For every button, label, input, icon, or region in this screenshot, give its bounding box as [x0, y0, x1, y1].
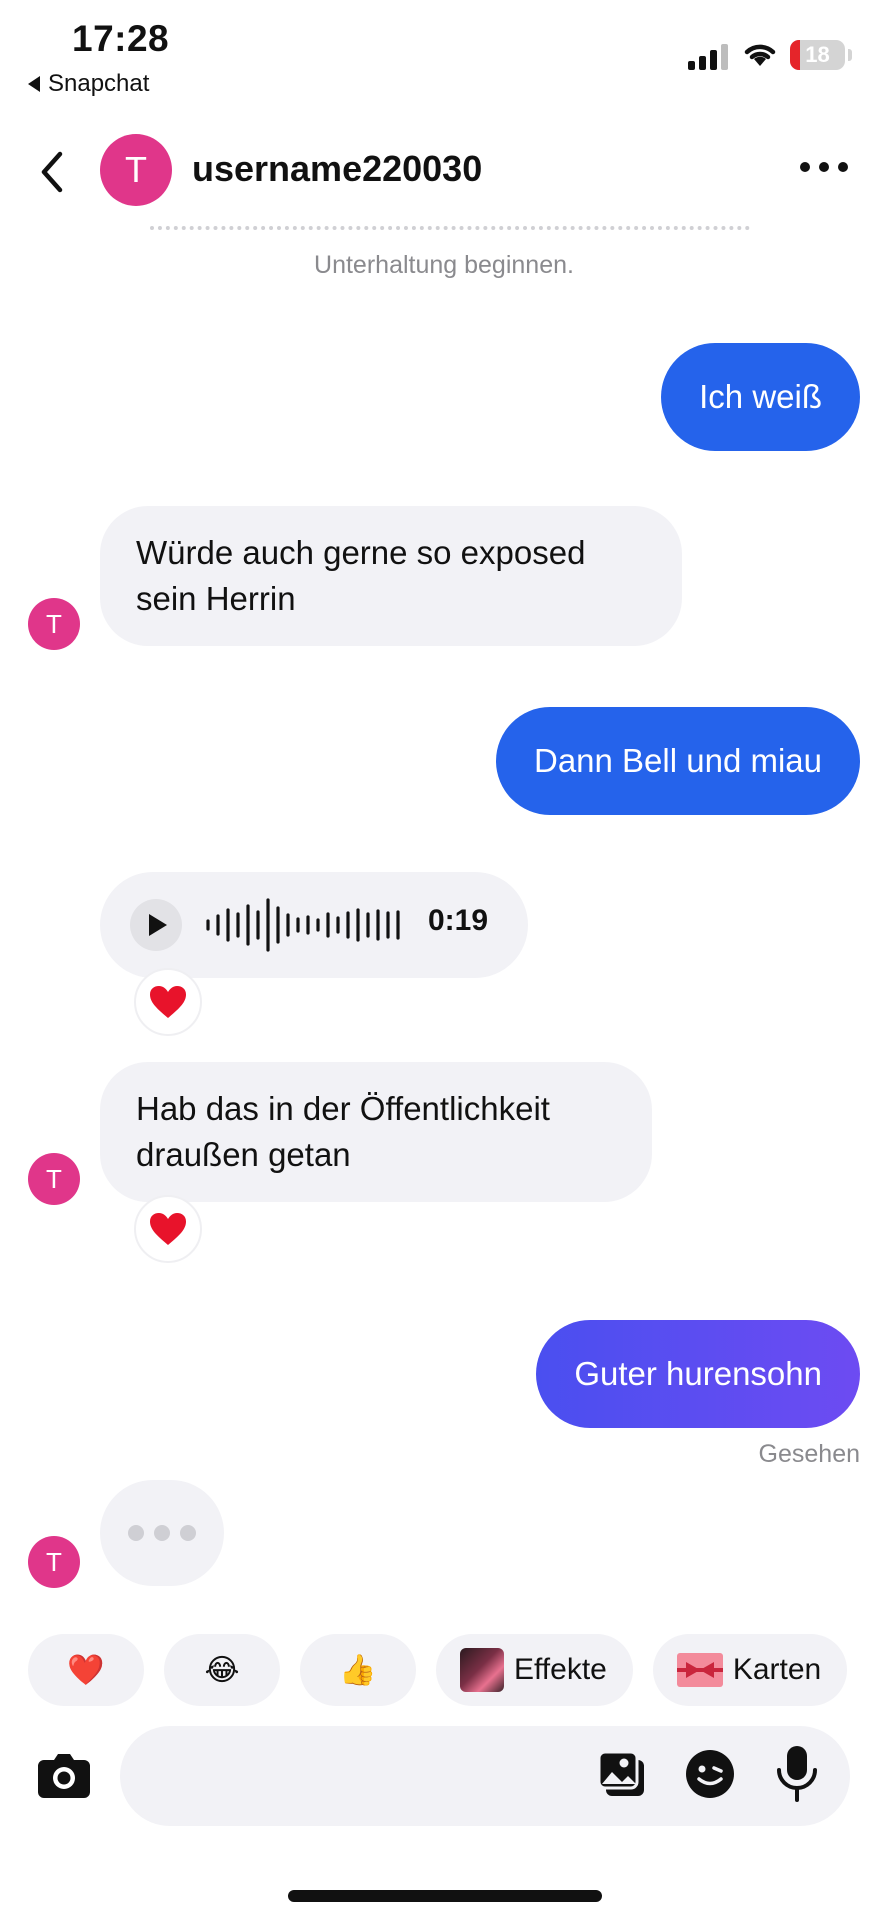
outgoing-message[interactable]: Guter hurensohn: [536, 1320, 860, 1428]
heart-icon: [150, 1213, 186, 1245]
dot-icon: [819, 162, 829, 172]
cards-label: Karten: [732, 1653, 822, 1686]
play-icon: [149, 914, 167, 936]
voice-duration: 0:19: [428, 904, 489, 937]
message-text: Hab das in der Öffentlichkeit draußen ge…: [136, 1090, 550, 1173]
back-triangle-icon: [28, 76, 40, 92]
quick-thumbs-up-button[interactable]: 👍: [300, 1634, 416, 1706]
incoming-message[interactable]: Hab das in der Öffentlichkeit draußen ge…: [100, 1062, 652, 1202]
quick-heart-button[interactable]: ❤️: [28, 1634, 144, 1706]
effects-thumbnail-icon: [460, 1648, 504, 1692]
cards-button[interactable]: Karten: [652, 1634, 848, 1706]
typing-dot: [128, 1525, 144, 1541]
more-options-button[interactable]: [800, 162, 848, 172]
avatar-initial: T: [46, 608, 62, 639]
gallery-icon[interactable]: [596, 1748, 648, 1800]
heart-emoji-icon: ❤️: [67, 1653, 105, 1687]
avatar-initial: T: [125, 149, 147, 190]
typing-dot: [154, 1525, 170, 1541]
seen-status: Gesehen: [758, 1440, 860, 1468]
clipped-info-text: [0, 226, 888, 240]
battery-cap: [848, 49, 852, 61]
microphone-icon[interactable]: [774, 1744, 820, 1804]
cards-bow-icon: [676, 1653, 723, 1687]
message-text: Dann Bell und miau: [533, 742, 822, 779]
contact-avatar[interactable]: T: [100, 134, 172, 206]
back-chevron-icon[interactable]: [36, 150, 68, 194]
contact-username[interactable]: username220030: [192, 148, 482, 190]
battery-percent: 18: [805, 42, 830, 67]
typing-dot: [180, 1525, 196, 1541]
sender-avatar[interactable]: T: [28, 598, 80, 650]
sender-avatar[interactable]: T: [28, 1153, 80, 1205]
cellular-signal-icon: [688, 42, 728, 70]
home-indicator: [288, 1890, 602, 1902]
heart-reaction[interactable]: [134, 1195, 202, 1263]
message-text: Würde auch gerne so exposed sein Herrin: [136, 534, 586, 617]
back-to-app-link[interactable]: Snapchat: [28, 70, 149, 98]
quick-reply-bar: ❤️ 😂 👍 Effekte Karten: [28, 1634, 848, 1706]
avatar-initial: T: [46, 1546, 62, 1577]
status-time: 17:28: [72, 18, 170, 59]
heart-icon: [150, 986, 186, 1018]
battery-icon: 18: [790, 40, 845, 70]
sender-avatar[interactable]: T: [28, 1536, 80, 1588]
voice-message[interactable]: 0:19: [100, 872, 528, 978]
quick-laugh-button[interactable]: 😂: [164, 1634, 280, 1706]
typing-indicator: [100, 1480, 224, 1586]
play-button[interactable]: [130, 899, 182, 951]
effects-label: Effekte: [514, 1653, 607, 1686]
sticker-icon[interactable]: [684, 1748, 736, 1800]
conversation-start-info: Unterhaltung beginnen.: [314, 251, 574, 279]
laugh-emoji-icon: 😂: [204, 1653, 240, 1687]
effects-button[interactable]: Effekte: [436, 1634, 633, 1706]
outgoing-message[interactable]: Dann Bell und miau: [495, 707, 860, 815]
avatar-initial: T: [46, 1163, 62, 1194]
dot-icon: [838, 162, 848, 172]
dot-icon: [800, 162, 810, 172]
heart-reaction[interactable]: [134, 968, 202, 1036]
back-app-label: Snapchat: [48, 70, 150, 97]
thumbs-up-emoji-icon: 👍: [339, 1653, 377, 1687]
message-input[interactable]: [120, 1726, 850, 1826]
outgoing-message[interactable]: Ich weiß: [661, 343, 860, 451]
message-text: Guter hurensohn: [574, 1355, 822, 1392]
camera-icon[interactable]: [36, 1748, 92, 1804]
incoming-message[interactable]: Würde auch gerne so exposed sein Herrin: [100, 506, 682, 646]
wifi-icon: [744, 44, 776, 66]
message-text: Ich weiß: [699, 378, 822, 415]
